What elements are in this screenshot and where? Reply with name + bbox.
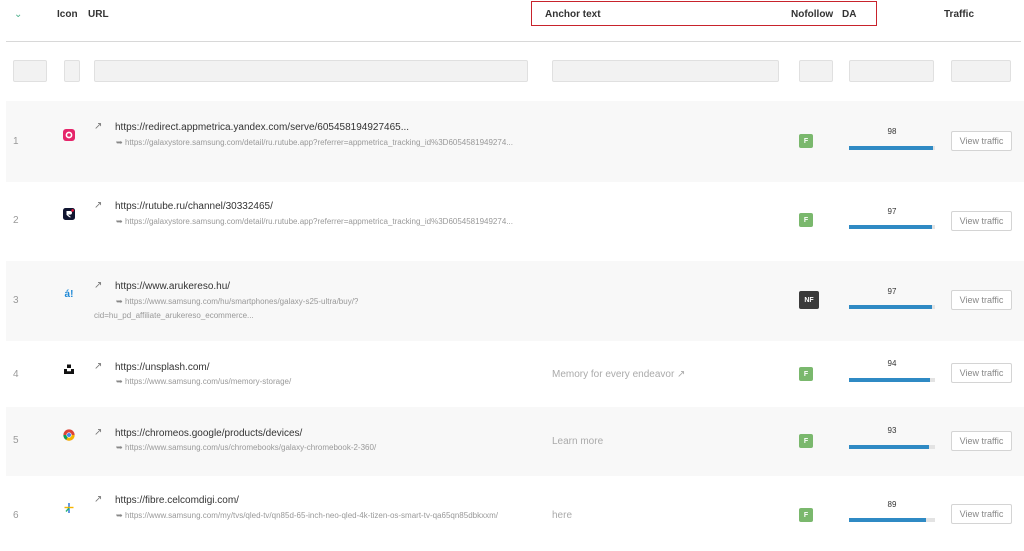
row-redirect: ➥ https://www.samsung.com/us/chromebooks… xyxy=(94,441,514,455)
external-link-icon[interactable]: ↗ xyxy=(94,200,102,211)
da-bar xyxy=(849,146,935,150)
filter-traffic[interactable] xyxy=(951,60,1011,82)
filter-nofollow[interactable] xyxy=(799,60,833,82)
nofollow-badge: F xyxy=(799,434,813,448)
da-value: 97 xyxy=(887,207,897,216)
header-icon: Icon xyxy=(57,9,78,20)
filter-index[interactable] xyxy=(13,60,47,82)
da-bar xyxy=(849,305,935,309)
header-traffic[interactable]: Traffic xyxy=(944,9,974,20)
anchor-text: Learn more xyxy=(552,436,604,447)
rutube-logo-icon xyxy=(63,208,75,220)
row-index: 6 xyxy=(13,510,19,521)
table-header: ⌄ Icon URL Anchor text Nofollow DA Traff… xyxy=(0,0,1024,40)
row-redirect: ➥ https://www.samsung.com/hu/smartphones… xyxy=(94,295,514,323)
filter-url[interactable] xyxy=(94,60,528,82)
view-traffic-button[interactable]: View traffic xyxy=(951,211,1012,231)
view-traffic-button[interactable]: View traffic xyxy=(951,431,1012,451)
filter-da[interactable] xyxy=(849,60,934,82)
celcomdigi-logo-icon xyxy=(63,502,75,514)
redirect-arrow-icon: ➥ xyxy=(116,138,125,147)
row-redirect-url: https://www.samsung.com/my/tvs/qled-tv/q… xyxy=(124,511,498,520)
da-bar xyxy=(849,225,935,229)
external-link-icon[interactable]: ↗ xyxy=(94,121,102,132)
arukereso-logo-icon: á! xyxy=(64,288,74,300)
row-redirect: ➥ https://www.samsung.com/my/tvs/qled-tv… xyxy=(94,509,514,523)
da-bar xyxy=(849,378,935,382)
da-bar-fill xyxy=(849,518,926,522)
unsplash-logo-icon xyxy=(63,363,75,375)
filter-icon[interactable] xyxy=(64,60,80,82)
redirect-arrow-icon: ➥ xyxy=(116,511,125,520)
filter-anchor[interactable] xyxy=(552,60,779,82)
da-value: 94 xyxy=(887,359,897,368)
da-bar xyxy=(849,445,935,449)
da-bar-fill xyxy=(849,305,933,309)
nofollow-badge: F xyxy=(799,367,813,381)
anchor-text: Memory for every endeavor ↗ xyxy=(552,369,686,380)
da-bar-fill xyxy=(849,445,929,449)
row-redirect: ➥ https://galaxystore.samsung.com/detail… xyxy=(94,136,514,150)
nofollow-badge: F xyxy=(799,134,813,148)
external-link-icon[interactable]: ↗ xyxy=(94,494,102,505)
row-url[interactable]: https://redirect.appmetrica.yandex.com/s… xyxy=(115,122,409,133)
row-index: 5 xyxy=(13,435,19,446)
redirect-arrow-icon: ➥ xyxy=(116,297,125,306)
da-value: 97 xyxy=(887,287,897,296)
view-traffic-button[interactable]: View traffic xyxy=(951,363,1012,383)
circle-app-icon xyxy=(63,129,75,141)
table-row: 6 ↗ https://fibre.celcomdigi.com/ ➥ http… xyxy=(6,476,1024,551)
external-link-icon[interactable]: ↗ xyxy=(94,280,102,291)
table-row: 4 ↗ https://unsplash.com/ ➥ https://www.… xyxy=(6,341,1024,407)
table-row: 5 ↗ https://chromeos.google/products/dev… xyxy=(6,407,1024,476)
header-da[interactable]: DA xyxy=(842,9,856,20)
row-url[interactable]: https://rutube.ru/channel/30332465/ xyxy=(115,201,273,212)
nofollow-badge: NF xyxy=(799,291,819,309)
row-redirect-url: https://galaxystore.samsung.com/detail/r… xyxy=(124,217,513,226)
da-bar-fill xyxy=(849,378,930,382)
row-url[interactable]: https://chromeos.google/products/devices… xyxy=(115,428,302,439)
da-value: 89 xyxy=(887,500,897,509)
nofollow-badge: F xyxy=(799,508,813,522)
chrome-logo-icon xyxy=(63,429,75,441)
external-link-icon[interactable]: ↗ xyxy=(94,361,102,372)
header-nofollow[interactable]: Nofollow xyxy=(791,9,833,20)
anchor-text: here xyxy=(552,510,573,521)
row-redirect-url: https://galaxystore.samsung.com/detail/r… xyxy=(124,138,513,147)
da-bar-fill xyxy=(849,146,934,150)
redirect-arrow-icon: ➥ xyxy=(116,217,125,226)
row-redirect-url: https://www.samsung.com/us/chromebooks/g… xyxy=(124,443,377,452)
nofollow-badge: F xyxy=(799,213,813,227)
row-index: 1 xyxy=(13,136,19,147)
row-index: 2 xyxy=(13,215,19,226)
redirect-arrow-icon: ➥ xyxy=(116,443,125,452)
table-row: 3 á! ↗ https://www.arukereso.hu/ ➥ https… xyxy=(6,261,1024,341)
chevron-down-icon[interactable]: ⌄ xyxy=(14,9,22,20)
view-traffic-button[interactable]: View traffic xyxy=(951,131,1012,151)
da-bar xyxy=(849,518,935,522)
row-index: 4 xyxy=(13,369,19,380)
table-row: 2 ↗ https://rutube.ru/channel/30332465/ … xyxy=(6,182,1024,261)
header-anchor-text[interactable]: Anchor text xyxy=(545,9,601,20)
table-row: 1 ↗ https://redirect.appmetrica.yandex.c… xyxy=(6,101,1024,182)
da-value: 93 xyxy=(887,426,897,435)
row-url[interactable]: https://www.arukereso.hu/ xyxy=(115,281,230,292)
row-index: 3 xyxy=(13,295,19,306)
view-traffic-button[interactable]: View traffic xyxy=(951,290,1012,310)
row-redirect-url: https://www.samsung.com/hu/smartphones/g… xyxy=(94,297,359,320)
external-link-icon[interactable]: ↗ xyxy=(94,427,102,438)
da-bar-fill xyxy=(849,225,933,229)
header-divider xyxy=(6,41,1021,42)
redirect-arrow-icon: ➥ xyxy=(116,377,125,386)
header-url[interactable]: URL xyxy=(88,9,109,20)
row-redirect: ➥ https://galaxystore.samsung.com/detail… xyxy=(94,215,514,229)
row-url[interactable]: https://fibre.celcomdigi.com/ xyxy=(115,495,239,506)
row-url[interactable]: https://unsplash.com/ xyxy=(115,362,210,373)
da-value: 98 xyxy=(887,127,897,136)
row-redirect-url: https://www.samsung.com/us/memory-storag… xyxy=(124,377,292,386)
row-redirect: ➥ https://www.samsung.com/us/memory-stor… xyxy=(94,375,514,389)
view-traffic-button[interactable]: View traffic xyxy=(951,504,1012,524)
